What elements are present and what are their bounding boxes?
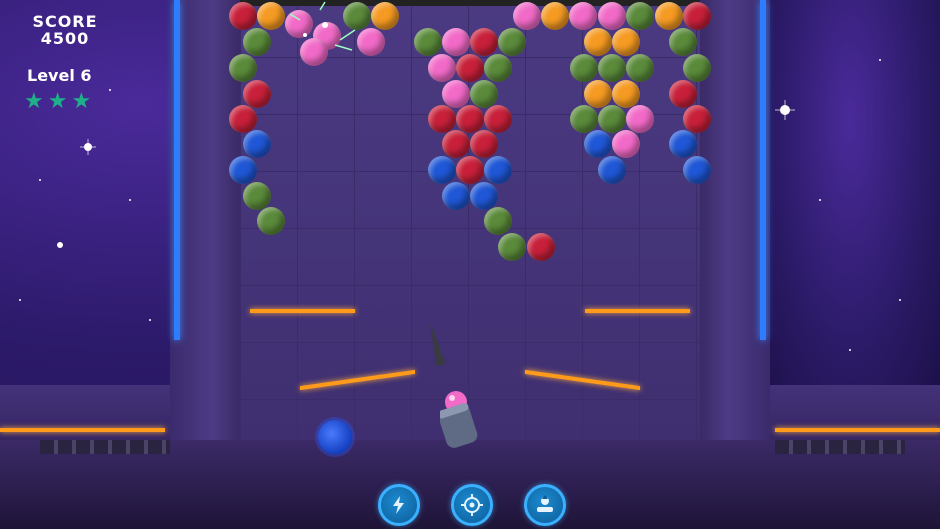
bubble-pink <box>442 28 470 56</box>
bubble-red <box>470 28 498 56</box>
bubble-pink <box>626 105 654 133</box>
bubble-green <box>626 54 654 82</box>
bubble-blue <box>598 156 626 184</box>
space-background <box>760 0 940 400</box>
bubble-green <box>570 54 598 82</box>
bubble-red <box>456 54 484 82</box>
bubble-pink <box>598 2 626 30</box>
bubble-red <box>683 105 711 133</box>
bubble-green <box>598 54 626 82</box>
bubble-blue <box>669 130 697 158</box>
swap-powerup-button[interactable] <box>524 484 566 526</box>
powerup-bar <box>0 480 940 526</box>
bubble-orange <box>584 80 612 108</box>
bubble-blue <box>442 182 470 210</box>
bubble-orange <box>371 2 399 30</box>
bubble-blue <box>584 130 612 158</box>
bubble-red <box>527 233 555 261</box>
bubble-green <box>498 28 526 56</box>
star-icon: ★ <box>71 89 92 114</box>
bubble-red <box>428 105 456 133</box>
bubble-green <box>484 207 512 235</box>
bubble-blue <box>470 182 498 210</box>
bubble-green <box>229 54 257 82</box>
neon-trim <box>0 428 165 432</box>
bubble-blue <box>229 156 257 184</box>
neon-trim <box>775 428 940 432</box>
next-bubble[interactable] <box>318 420 352 454</box>
bubble-orange <box>584 28 612 56</box>
hud-panel: SCORE 4500 Level 6 ★ ★ ★ <box>20 12 110 113</box>
bubble-swap-icon <box>537 495 553 512</box>
star-icon: ★ <box>47 89 68 114</box>
aim-arrow <box>430 322 446 366</box>
bubble-blue <box>428 156 456 184</box>
bubble-red <box>442 130 470 158</box>
aim-powerup-button[interactable] <box>451 484 493 526</box>
bubble-launcher[interactable] <box>440 390 486 448</box>
pop-sparkles <box>289 1 356 51</box>
bubble-orange <box>612 28 640 56</box>
right-neon-strip <box>760 0 766 340</box>
bubble-pink <box>428 54 456 82</box>
left-neon-strip <box>174 0 180 340</box>
bubble-green <box>243 28 271 56</box>
bubble-green <box>257 207 285 235</box>
bubble-red <box>669 80 697 108</box>
bubble-red <box>456 105 484 133</box>
bubble-green <box>498 233 526 261</box>
bubble-red <box>243 80 271 108</box>
bubble-orange <box>655 2 683 30</box>
bubble-green <box>243 182 271 210</box>
bubble-blue <box>243 130 271 158</box>
bubble-orange <box>541 2 569 30</box>
floor-grill <box>775 440 905 454</box>
bubble-pink <box>612 130 640 158</box>
bubble-green <box>669 28 697 56</box>
score-value: 4500 <box>40 29 90 48</box>
bubble-green <box>470 80 498 108</box>
level-label: Level 6 <box>27 66 92 85</box>
crosshair-icon <box>461 494 483 516</box>
bubble-green <box>484 54 512 82</box>
bubble-pink <box>513 2 541 30</box>
bubble-red <box>484 105 512 133</box>
bubble-orange <box>612 80 640 108</box>
bubble-red <box>229 2 257 30</box>
bubble-green <box>598 105 626 133</box>
bubble-blue <box>683 156 711 184</box>
bubble-green <box>683 54 711 82</box>
bubble-pink <box>442 80 470 108</box>
star-icon: ★ <box>24 89 44 114</box>
neon-trim <box>250 309 355 313</box>
bubble-pink <box>569 2 597 30</box>
bubble-green <box>414 28 442 56</box>
bubble-red <box>470 130 498 158</box>
bubble-red <box>229 105 257 133</box>
bubble-green <box>626 2 654 30</box>
game-stage[interactable]: SCORE 4500 Level 6 ★ ★ ★ <box>0 0 940 529</box>
bubble-green <box>570 105 598 133</box>
bubble-red <box>456 156 484 184</box>
lightning-icon <box>393 496 404 514</box>
bubble-red <box>683 2 711 30</box>
lightning-powerup-button[interactable] <box>378 484 420 526</box>
star-rating: ★ ★ ★ <box>20 91 110 113</box>
floor-grill <box>40 440 170 454</box>
bubble-blue <box>484 156 512 184</box>
neon-trim <box>585 309 690 313</box>
